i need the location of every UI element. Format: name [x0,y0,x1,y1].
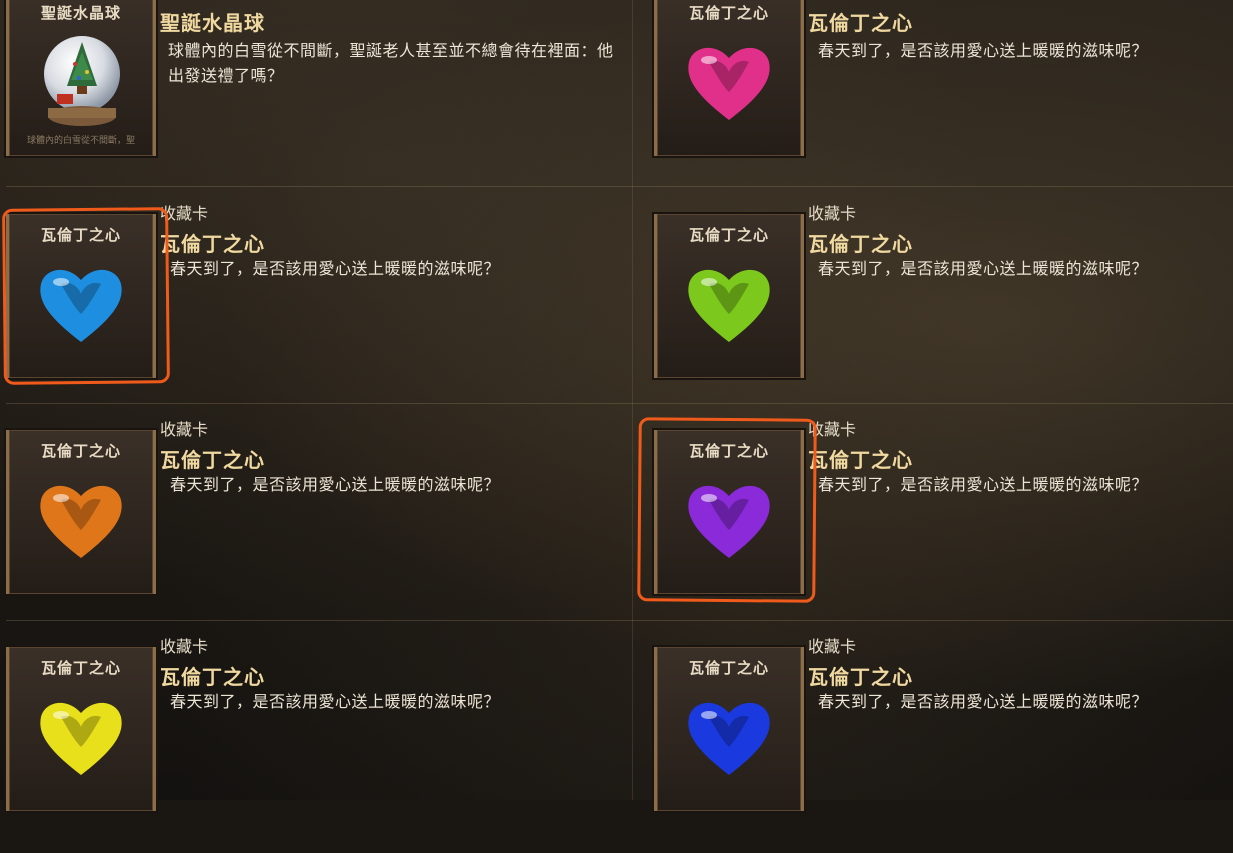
card-description: 春天到了，是否該用愛心送上暖暖的滋味呢？ [818,41,1149,60]
thumbnail-title: 瓦倫丁之心 [688,226,769,244]
card-description: 春天到了，是否該用愛心送上暖暖的滋味呢？ [818,692,1149,711]
card-title: 瓦倫丁之心 [160,232,265,256]
card-title: 瓦倫丁之心 [160,665,265,689]
card-description: 春天到了，是否該用愛心送上暖暖的滋味呢？ [170,475,501,494]
thumbnail-caption: 球體內的白雪從不間斷，聖 [26,136,135,146]
collection-card-valentine-heart[interactable]: 收藏卡 瓦倫丁之心 瓦倫丁之心 春天到了，是否該用愛心送上暖暖的滋味呢？ [648,204,1233,420]
card-thumbnail[interactable]: 瓦倫丁之心 [6,430,156,594]
card-thumbnail[interactable]: 瓦倫丁之心 [654,214,804,378]
card-title: 聖誕水晶球 [160,11,265,35]
thumbnail-title: 聖誕水晶球 [40,4,121,22]
orange-heart-icon [40,485,122,558]
card-type-label: 收藏卡 [160,420,209,439]
green-heart-icon [688,269,770,342]
snow-globe-icon [44,36,120,126]
column-divider [632,0,633,800]
thumbnail-title: 瓦倫丁之心 [40,442,121,460]
thumbnail-title: 瓦倫丁之心 [688,659,769,677]
card-thumbnail[interactable]: 瓦倫丁之心 [654,0,804,156]
yellow-heart-icon [40,702,122,775]
card-title: 瓦倫丁之心 [808,11,913,35]
collection-card-valentine-heart[interactable]: 瓦倫丁之心 瓦倫丁之心 春天到了，是否該用愛心送上暖暖的滋味呢？ [648,0,1233,202]
highlight-annotation [637,417,817,603]
card-title: 瓦倫丁之心 [808,232,913,256]
card-title: 瓦倫丁之心 [808,448,913,472]
card-thumbnail[interactable]: 聖誕水晶球 球體內的白雪從不間斷，聖 [6,0,156,156]
card-description: 春天到了，是否該用愛心送上暖暖的滋味呢？ [170,692,501,711]
thumbnail-title: 瓦倫丁之心 [688,4,769,22]
card-description: 春天到了，是否該用愛心送上暖暖的滋味呢？ [818,259,1149,278]
collection-card-valentine-heart[interactable]: 收藏卡 瓦倫丁之心 瓦倫丁之心 春天到了，是否該用愛心送上暖暖的滋味呢？ [0,420,620,636]
collection-card-valentine-heart[interactable]: 收藏卡 瓦倫丁之心 瓦倫丁之心 春天到了，是否該用愛心送上暖暖的滋味呢？ [0,637,620,853]
card-thumbnail[interactable]: 瓦倫丁之心 [6,647,156,811]
card-description: 春天到了，是否該用愛心送上暖暖的滋味呢？ [170,259,501,278]
card-title: 瓦倫丁之心 [808,665,913,689]
card-type-label: 收藏卡 [808,204,857,223]
card-type-label: 收藏卡 [808,637,857,656]
card-description: 球體內的白雪從不間斷，聖誕老人甚至並不總會待在裡面：他出發送禮了嗎？ [168,41,614,85]
collection-card-snow-globe[interactable]: 聖誕水晶球 球體內的白雪從不間斷，聖 聖誕水晶球 球體內的白雪從不間斷，聖誕老人… [0,0,620,202]
pink-heart-icon [688,47,770,120]
highlight-annotation [2,207,170,385]
card-description: 春天到了，是否該用愛心送上暖暖的滋味呢？ [818,475,1149,494]
collection-card-valentine-heart[interactable]: 收藏卡 瓦倫丁之心 瓦倫丁之心 春天到了，是否該用愛心送上暖暖的滋味呢？ [648,637,1233,853]
thumbnail-title: 瓦倫丁之心 [40,659,121,677]
card-type-label: 收藏卡 [160,637,209,656]
navy-heart-icon [688,702,770,775]
card-thumbnail[interactable]: 瓦倫丁之心 [654,647,804,811]
card-title: 瓦倫丁之心 [160,448,265,472]
